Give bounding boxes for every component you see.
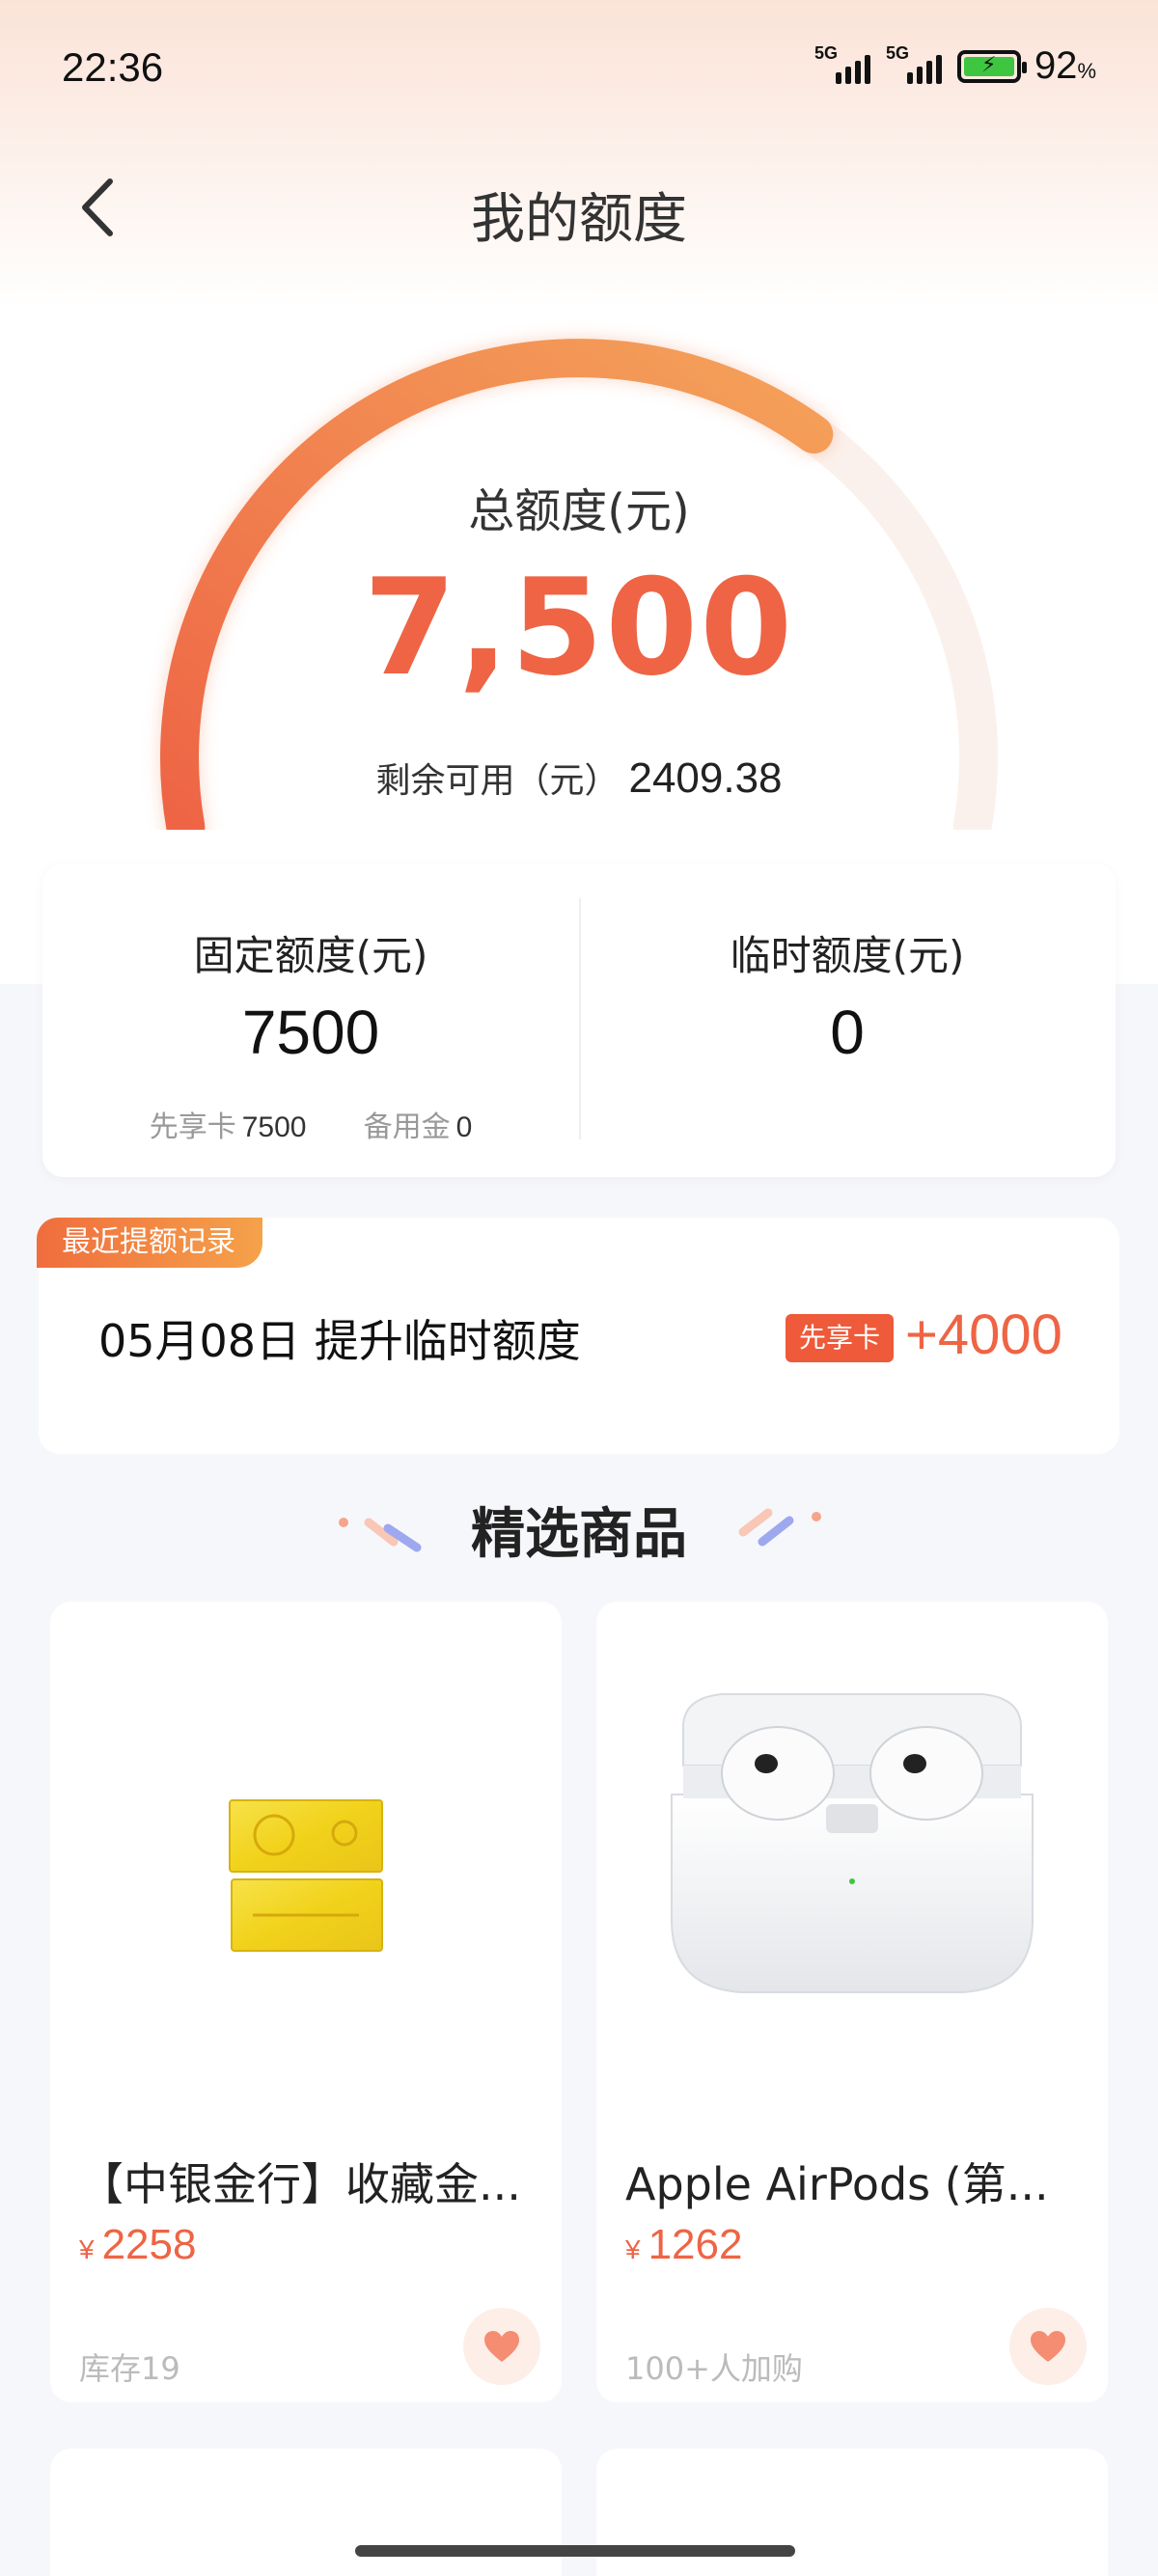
page-title: 我的额度 — [471, 188, 687, 251]
gauge-title: 总额度(元) — [468, 484, 690, 538]
remaining-quota: 剩余可用（元） 2409.38 — [0, 753, 1158, 803]
product-name: 【中银金行】收藏金... — [79, 2158, 521, 2210]
record-tag: 最近提额记录 — [37, 1218, 262, 1268]
favorite-button[interactable] — [1009, 2308, 1087, 2385]
fixed-quota-label: 固定额度(元) — [193, 932, 428, 979]
section-title: 精选商品 — [471, 1503, 687, 1566]
product-price: ¥2258 — [79, 2221, 197, 2268]
signal-icon: 5G — [814, 43, 872, 84]
signal-icon: 5G — [886, 43, 944, 84]
product-card[interactable]: Apple AirPods (第... ¥1262 100+人加购 — [596, 1602, 1108, 2402]
quota-breakdown-card: 固定额度(元) 7500 先享卡 7500 备用金 0 临时额度(元) 0 — [42, 863, 1116, 1177]
fixed-quota-detail: 先享卡 7500 备用金 0 — [42, 1103, 579, 1145]
heart-icon — [484, 2331, 519, 2362]
product-price: ¥1262 — [625, 2221, 743, 2268]
battery-percent: 92% — [1034, 44, 1096, 87]
record-amount: +4000 — [905, 1303, 1062, 1366]
status-icons: 5G 5G ⚡ 92% — [814, 43, 1096, 88]
total-quota-value: 7,500 — [363, 550, 795, 705]
beiyong-label: 备用金 — [363, 1110, 451, 1144]
battery-icon: ⚡ — [956, 49, 1027, 83]
temp-quota-section: 临时额度(元) 0 — [579, 863, 1116, 1177]
heart-icon — [1031, 2331, 1065, 2362]
record-badge: 先享卡 — [786, 1314, 895, 1362]
product-added-count: 100+人加购 — [625, 2350, 803, 2387]
record-text: 05月08日 提升临时额度 — [98, 1315, 581, 1367]
quota-gauge: 总额度(元) 7,500 剩余可用（元） 2409.38 — [0, 289, 1158, 830]
fixed-quota-section: 固定额度(元) 7500 先享卡 7500 备用金 0 — [42, 863, 579, 1177]
home-indicator[interactable] — [355, 2545, 795, 2557]
fixed-quota-value: 7500 — [241, 998, 380, 1067]
remaining-value: 2409.38 — [628, 754, 783, 802]
temp-quota-label: 临时额度(元) — [730, 932, 965, 979]
gold-bar-image — [229, 1799, 383, 1952]
nav-bar: 我的额度 — [0, 154, 1158, 260]
xianxiang-value: 7500 — [241, 1111, 307, 1143]
remaining-label: 剩余可用（元） — [375, 761, 620, 801]
beiyong-value: 0 — [455, 1111, 473, 1143]
section-decoration-icon — [738, 1508, 821, 1547]
airpods-image — [671, 1693, 1034, 1993]
product-card[interactable] — [596, 2449, 1108, 2576]
product-card[interactable] — [50, 2449, 562, 2576]
product-stock: 库存19 — [79, 2350, 180, 2387]
recent-increase-record-card[interactable]: 最近提额记录 05月08日 提升临时额度 先享卡 +4000 — [37, 1218, 1119, 1454]
temp-quota-value: 0 — [830, 998, 865, 1067]
status-time: 22:36 — [62, 44, 164, 90]
favorite-button[interactable] — [463, 2308, 540, 2385]
xianxiang-label: 先享卡 — [149, 1110, 236, 1144]
product-card[interactable]: 【中银金行】收藏金... ¥2258 库存19 — [50, 1602, 562, 2402]
status-bar: 22:36 5G 5G ⚡ 92% — [0, 0, 1158, 135]
product-name: Apple AirPods (第... — [625, 2158, 1049, 2210]
